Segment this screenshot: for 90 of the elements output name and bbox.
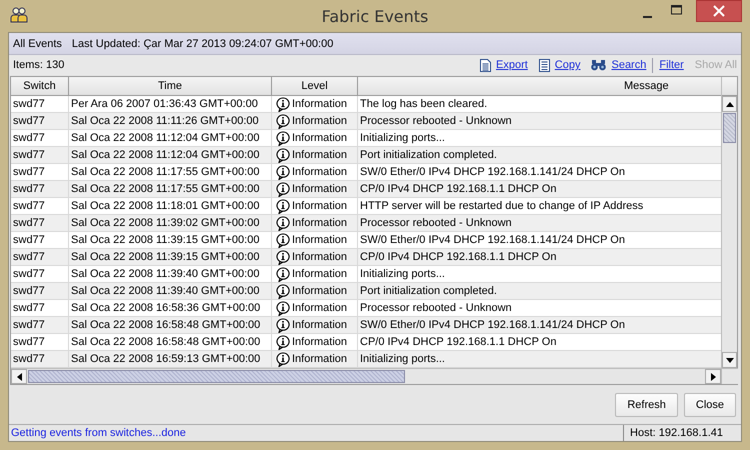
info-icon: [276, 114, 290, 128]
message-cell: CP/0 IPv4 DHCP 192.168.1.1 DHCP On: [358, 181, 721, 198]
level-text: Information: [292, 233, 348, 248]
column-header[interactable]: Switch: [11, 77, 69, 96]
scroll-up-button[interactable]: [722, 96, 737, 112]
info-icon: [276, 216, 290, 230]
switch-cell: swd77: [11, 147, 69, 164]
copy-link[interactable]: Copy: [538, 58, 580, 72]
switch-cell: swd77: [11, 283, 69, 300]
message-cell: Port initialization completed.: [358, 283, 721, 300]
info-icon: [276, 318, 290, 332]
switch-cell: swd77: [11, 317, 69, 334]
level-text: Information: [292, 352, 348, 367]
level-text: Information: [292, 165, 348, 180]
message-cell: Processor rebooted - Unknown: [358, 215, 721, 232]
time-cell: Sal Oca 22 2008 11:11:26 GMT+00:00: [69, 113, 272, 130]
close-button[interactable]: Close: [684, 393, 736, 417]
items-count: Items: 130: [13, 59, 64, 71]
right-arrow-icon: [710, 372, 716, 380]
binoculars-icon: [591, 59, 606, 71]
level-text: Information: [292, 267, 348, 282]
message-cell: Port initialization completed.: [358, 147, 721, 164]
level-text: Information: [292, 284, 348, 299]
column-header[interactable]: Level: [272, 77, 358, 96]
level-text: Information: [292, 216, 348, 231]
view-title: All Events: [13, 38, 62, 50]
maximize-icon: [671, 5, 683, 15]
search-link[interactable]: Search: [591, 59, 646, 71]
list-icon: [538, 58, 550, 72]
column-header[interactable]: Message: [358, 77, 721, 96]
scroll-right-button[interactable]: [705, 369, 721, 384]
level-text: Information: [292, 114, 348, 129]
info-icon: [276, 266, 290, 282]
time-cell: Sal Oca 22 2008 11:17:55 GMT+00:00: [69, 181, 272, 198]
level-text: Information: [292, 148, 348, 163]
time-cell: Sal Oca 22 2008 16:59:13 GMT+00:00: [69, 351, 272, 368]
refresh-button[interactable]: Refresh: [615, 393, 678, 417]
time-cell: Sal Oca 22 2008 11:39:15 GMT+00:00: [69, 249, 272, 266]
info-icon: [276, 182, 290, 196]
level-text: Information: [292, 182, 348, 197]
close-icon: [713, 5, 725, 17]
scroll-thumb[interactable]: [28, 370, 405, 383]
close-button[interactable]: [696, 0, 742, 22]
switch-cell: swd77: [11, 181, 69, 198]
message-cell: CP/0 IPv4 DHCP 192.168.1.1 DHCP On: [358, 249, 721, 266]
message-cell: SW/0 Ether/0 IPv4 DHCP 192.168.1.141/24 DHCP On: [358, 317, 721, 334]
level-text: Information: [292, 318, 348, 333]
switch-cell: swd77: [11, 113, 69, 130]
down-arrow-icon: [726, 358, 734, 362]
switch-cell: swd77: [11, 249, 69, 266]
up-arrow-icon: [726, 102, 734, 106]
column-header[interactable]: Time: [69, 77, 272, 96]
time-cell: Sal Oca 22 2008 11:39:02 GMT+00:00: [69, 215, 272, 232]
minimize-icon: [642, 16, 652, 18]
export-link[interactable]: Export: [480, 58, 528, 72]
switch-cell: swd77: [11, 215, 69, 232]
level-text: Information: [292, 131, 348, 146]
info-icon: [276, 130, 290, 146]
info-icon: [276, 352, 290, 366]
time-cell: Sal Oca 22 2008 11:39:40 GMT+00:00: [69, 283, 272, 300]
info-icon: [276, 96, 290, 112]
scroll-thumb[interactable]: [723, 113, 736, 143]
scroll-down-button[interactable]: [722, 352, 737, 368]
info-icon: [276, 164, 290, 180]
window-title: Fabric Events: [322, 7, 428, 26]
message-cell: Processor rebooted - Unknown: [358, 113, 721, 130]
time-cell: Sal Oca 22 2008 16:58:48 GMT+00:00: [69, 317, 272, 334]
host-text: Host: 192.168.1.41: [630, 427, 724, 439]
document-icon: [480, 58, 491, 72]
people-icon: [10, 7, 28, 23]
last-updated-text: Last Updated: Çar Mar 27 2013 09:24:07 GMT+00:00: [72, 38, 334, 50]
info-icon: [276, 232, 290, 248]
left-arrow-icon: [16, 372, 22, 380]
time-cell: Sal Oca 22 2008 11:12:04 GMT+00:00: [69, 147, 272, 164]
level-text: Information: [292, 250, 348, 265]
info-icon: [276, 148, 290, 162]
level-text: Information: [292, 301, 348, 316]
info-icon: [276, 334, 290, 350]
message-cell: Initializing ports...: [358, 351, 721, 368]
level-text: Information: [292, 97, 348, 112]
switch-cell: swd77: [11, 351, 69, 368]
status-message: Getting events from switches...done: [11, 427, 187, 439]
scroll-left-button[interactable]: [11, 369, 27, 384]
info-icon: [276, 198, 290, 214]
info-icon: [276, 300, 290, 316]
filter-link[interactable]: Filter: [659, 59, 684, 71]
level-text: Information: [292, 335, 348, 350]
level-text: Information: [292, 199, 348, 214]
info-icon: [276, 250, 290, 264]
info-icon: [276, 284, 290, 298]
